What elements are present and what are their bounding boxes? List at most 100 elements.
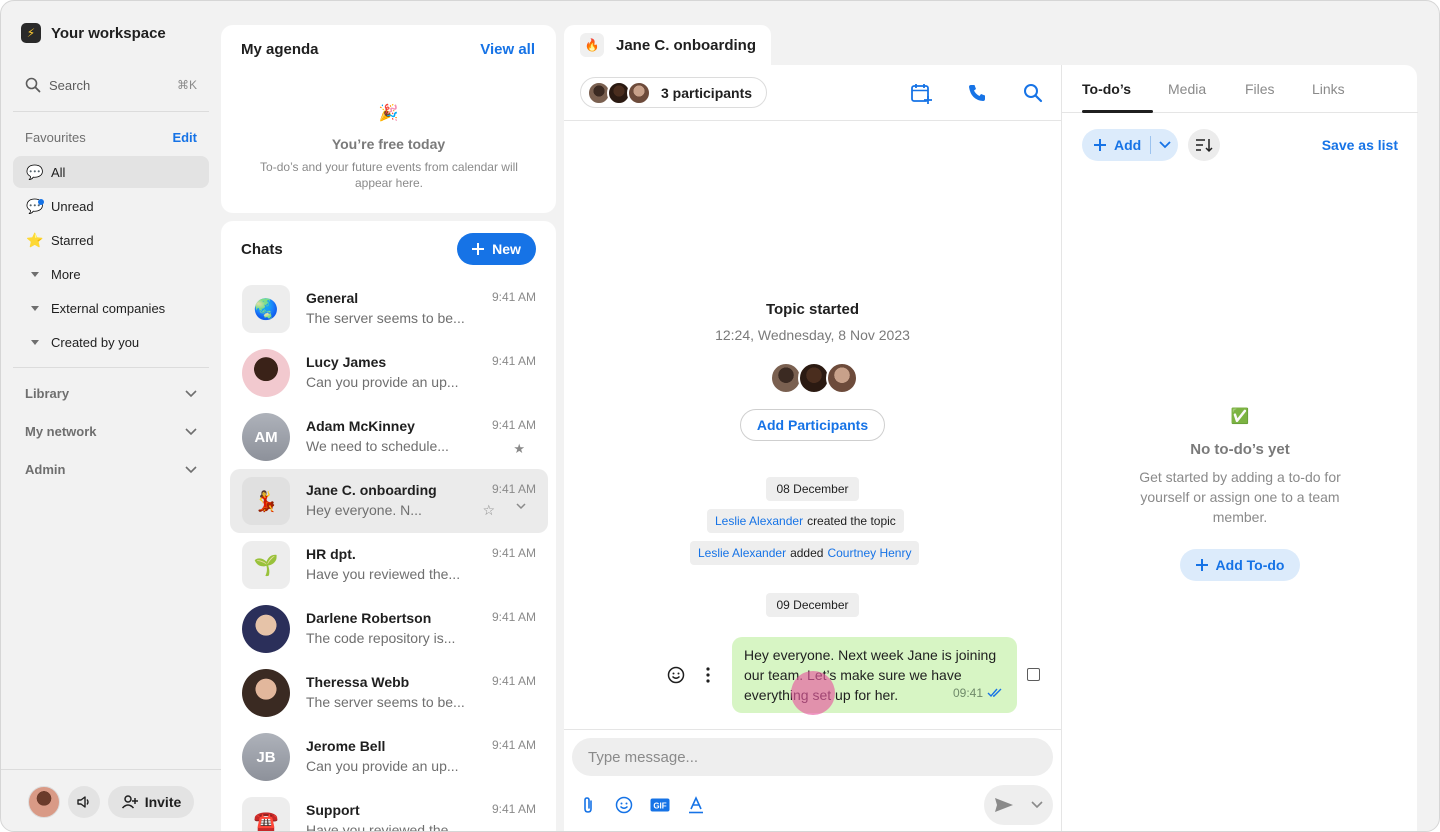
invite-button[interactable]: Invite	[108, 786, 194, 818]
unread-bubble-icon: 💬	[26, 197, 44, 214]
attach-button[interactable]	[576, 793, 600, 817]
nav-item-label: External companies	[51, 300, 166, 316]
conversation-tab[interactable]: 🔥 Jane C. onboarding	[564, 25, 771, 65]
view-all-link[interactable]: View all	[480, 41, 535, 58]
text-format-button[interactable]	[684, 793, 708, 817]
sort-button[interactable]	[1188, 129, 1220, 161]
message-bubble[interactable]: Hey everyone. Next week Jane is joining …	[732, 637, 1017, 713]
date-separator: 08 December	[766, 477, 859, 501]
workspace-name: Your workspace	[51, 24, 166, 42]
chat-preview: The code repository is...	[306, 630, 456, 646]
tab-media[interactable]: Media	[1168, 81, 1206, 97]
chat-preview: Hey everyone. N...	[306, 502, 422, 518]
plus-icon	[1195, 559, 1208, 571]
star-filled-icon[interactable]: ★	[513, 441, 525, 457]
phone-icon	[969, 85, 985, 101]
react-button[interactable]	[666, 665, 686, 685]
add-event-button[interactable]	[909, 81, 933, 105]
message-input[interactable]: Type message...	[572, 738, 1053, 776]
user-link[interactable]: Leslie Alexander	[715, 514, 803, 528]
chat-row-theressa-webb[interactable]: Theressa Webb The server seems to be... …	[230, 661, 548, 725]
chat-row-hr-dpt[interactable]: 🌱 HR dpt. Have you reviewed the... 9:41 …	[230, 533, 548, 597]
todos-empty-title: No to-do’s yet	[1190, 441, 1290, 458]
nav-item-label: Starred	[51, 232, 94, 248]
send-options-button[interactable]	[1024, 785, 1050, 825]
chat-time: 9:41 AM	[491, 610, 536, 624]
chat-row-jane-onboarding[interactable]: 💃 Jane C. onboarding Hey everyone. N... …	[230, 469, 548, 533]
touch-indicator	[791, 671, 835, 715]
favourites-heading: Favourites	[25, 130, 86, 145]
chat-name: Adam McKinney	[306, 418, 415, 434]
chat-preview: We need to schedule...	[306, 438, 449, 454]
emoji-button[interactable]	[612, 793, 636, 817]
workspace-switcher[interactable]: ⚡ Your workspace	[21, 23, 166, 43]
send-button[interactable]	[984, 785, 1024, 825]
group-label: Library	[25, 386, 70, 401]
nav-item-all[interactable]: 💬 All	[13, 156, 209, 188]
group-my-network[interactable]: My network	[25, 424, 197, 439]
new-chat-button[interactable]: New	[457, 233, 536, 265]
divider	[13, 367, 209, 368]
search-button[interactable]: Search ⌘K	[13, 73, 209, 97]
search-conversation-button[interactable]	[1021, 81, 1045, 105]
favourites-edit-button[interactable]: Edit	[172, 130, 197, 145]
chat-row-darlene-robertson[interactable]: Darlene Robertson The code repository is…	[230, 597, 548, 661]
todos-empty-desc: Get started by adding a to-do for yourse…	[1139, 469, 1341, 525]
nav-item-external-companies[interactable]: External companies	[13, 292, 209, 324]
avatar	[242, 669, 290, 717]
chat-row-jerome-bell[interactable]: JB Jerome Bell Can you provide an up... …	[230, 725, 548, 789]
chevron-down-icon	[185, 389, 197, 397]
user-link[interactable]: Leslie Alexander	[698, 546, 786, 560]
star-icon: ⭐	[26, 231, 44, 248]
select-message-checkbox[interactable]	[1027, 668, 1040, 681]
user-avatar[interactable]	[28, 786, 60, 818]
agenda-empty-desc: To-do’s and your future events from cale…	[260, 160, 518, 190]
nav-item-label: Created by you	[51, 334, 140, 350]
chevron-down-icon[interactable]	[516, 503, 526, 510]
chat-row-lucy-james[interactable]: Lucy James Can you provide an up... 9:41…	[230, 341, 548, 405]
star-outline-icon[interactable]: ☆	[482, 502, 495, 519]
caret-down-icon	[25, 271, 45, 277]
sidebar: ⚡ Your workspace Search ⌘K Favourites Ed…	[1, 1, 221, 831]
avatar	[627, 80, 651, 105]
avatar: JB	[242, 733, 290, 781]
call-button[interactable]	[965, 81, 989, 105]
system-text: created the topic	[807, 514, 896, 528]
nav-item-starred[interactable]: ⭐ Starred	[13, 224, 209, 256]
tab-links[interactable]: Links	[1312, 81, 1345, 97]
chat-row-support[interactable]: ☎️ Support Have you reviewed the... 9:41…	[230, 789, 548, 831]
participants-button[interactable]: 3 participants	[580, 77, 768, 108]
chat-name: Theressa Webb	[306, 674, 410, 690]
group-library[interactable]: Library	[25, 386, 197, 401]
nav-item-more[interactable]: More	[13, 258, 209, 290]
sound-button[interactable]	[68, 786, 100, 818]
workspace-logo-icon: ⚡	[21, 23, 41, 43]
add-options-button[interactable]	[1151, 141, 1178, 149]
app-window: ⚡ Your workspace Search ⌘K Favourites Ed…	[0, 0, 1440, 832]
add-user-icon	[121, 795, 138, 809]
message-menu-button[interactable]	[698, 665, 718, 685]
save-as-list-button[interactable]: Save as list	[1322, 137, 1398, 153]
message-input-placeholder: Type message...	[588, 748, 699, 766]
nav-item-created-by-you[interactable]: Created by you	[13, 326, 209, 358]
avatar	[242, 349, 290, 397]
add-participants-button[interactable]: Add Participants	[740, 409, 885, 441]
telephone-icon: ☎️	[242, 797, 290, 831]
add-todo-label: Add To-do	[1215, 557, 1285, 573]
nav-item-unread[interactable]: 💬 Unread	[13, 190, 209, 222]
user-link[interactable]: Courtney Henry	[827, 546, 911, 560]
avatar: AM	[242, 413, 290, 461]
chat-row-adam-mckinney[interactable]: AM Adam McKinney We need to schedule... …	[230, 405, 548, 469]
gif-button[interactable]: GIF	[648, 793, 672, 817]
chat-name: HR dpt.	[306, 546, 356, 562]
tab-todos[interactable]: To-do’s	[1082, 81, 1131, 97]
add-todo-button[interactable]: Add To-do	[1180, 549, 1300, 581]
search-shortcut: ⌘K	[176, 78, 197, 92]
avatar	[242, 605, 290, 653]
tab-files[interactable]: Files	[1245, 81, 1275, 97]
chat-time: 9:41 AM	[491, 418, 536, 432]
group-admin[interactable]: Admin	[25, 462, 197, 477]
chat-row-general[interactable]: 🌏 General The server seems to be... 9:41…	[230, 277, 548, 341]
send-group	[984, 785, 1053, 825]
add-button[interactable]: Add	[1082, 137, 1150, 153]
